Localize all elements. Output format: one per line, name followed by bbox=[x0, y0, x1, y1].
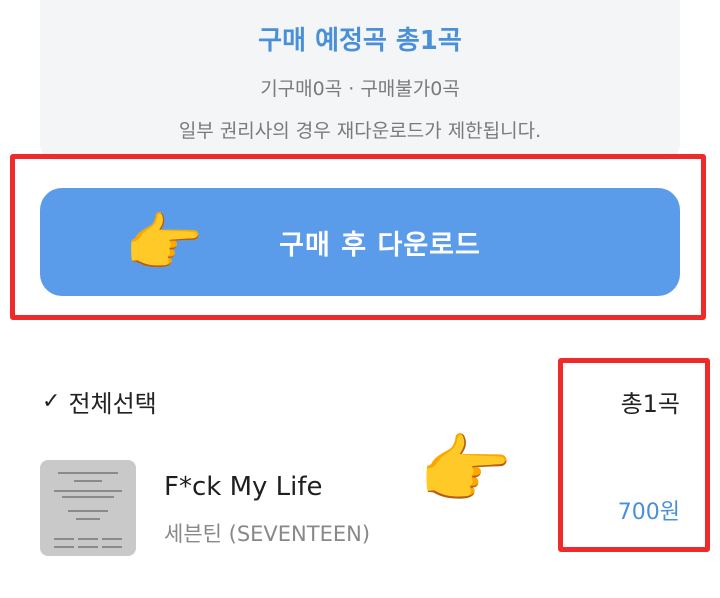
highlight-box-price bbox=[558, 358, 710, 552]
song-artist: 세븐틴 (SEVENTEEN) bbox=[164, 522, 371, 546]
purchase-summary-card: 구매 예정곡 총1곡 기구매0곡 · 구매불가0곡 일부 권리사의 경우 재다운… bbox=[40, 0, 680, 160]
highlight-box-buy-button bbox=[10, 154, 706, 320]
pointing-hand-icon: 👉 bbox=[124, 207, 204, 281]
select-all-toggle[interactable]: ✓ 전체선택 bbox=[42, 384, 157, 419]
purchase-summary-title: 구매 예정곡 총1곡 bbox=[258, 26, 462, 56]
check-icon: ✓ bbox=[42, 389, 61, 414]
pointing-hand-icon: 👉 bbox=[418, 425, 513, 514]
album-art[interactable] bbox=[40, 460, 136, 556]
select-all-label: 전체선택 bbox=[68, 390, 157, 418]
song-title[interactable]: F*ck My Life bbox=[164, 472, 323, 502]
redownload-notice: 일부 권리사의 경우 재다운로드가 제한됩니다. bbox=[178, 120, 542, 142]
purchase-summary-subtitle: 기구매0곡 · 구매불가0곡 bbox=[260, 78, 460, 100]
